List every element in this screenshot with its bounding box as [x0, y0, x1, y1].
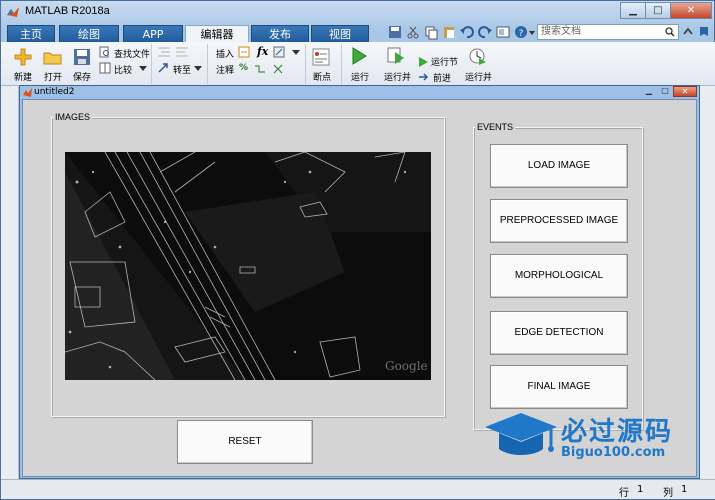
- redo-icon[interactable]: [477, 24, 493, 40]
- paste-icon[interactable]: [441, 24, 457, 40]
- graduation-cap-logo: [485, 413, 557, 455]
- goto-dropdown-icon[interactable]: [194, 66, 202, 72]
- uncomment-icon[interactable]: [272, 63, 284, 75]
- compare-dropdown-icon[interactable]: [139, 66, 147, 72]
- copy-icon[interactable]: [423, 24, 439, 40]
- run-and-time-icon[interactable]: [467, 46, 487, 66]
- run-and-time-label[interactable]: 运行并: [465, 70, 492, 83]
- close-button[interactable]: ✕: [670, 2, 712, 19]
- events-panel-title: EVENTS: [475, 122, 516, 132]
- quick-access-dropdown-icon[interactable]: [527, 24, 537, 40]
- tab-apps[interactable]: APP: [123, 25, 183, 43]
- run-and-advance-icon[interactable]: [386, 46, 406, 66]
- find-files-label[interactable]: 查找文件: [114, 47, 150, 60]
- figure-close-button[interactable]: ✕: [673, 86, 697, 97]
- switch-windows-icon[interactable]: [495, 24, 511, 40]
- indent-icon: [158, 47, 170, 57]
- run-section-icon[interactable]: [417, 56, 429, 68]
- tab-publish[interactable]: 发布: [251, 25, 309, 43]
- figure-title: untitled2: [34, 87, 75, 97]
- comment-label[interactable]: 注释: [216, 63, 234, 76]
- status-bar: 行 1 列 1: [1, 479, 715, 499]
- edge-detected-image: Google: [65, 152, 431, 380]
- load-image-button[interactable]: LOAD IMAGE: [490, 144, 628, 188]
- compare-label[interactable]: 比较: [114, 63, 132, 76]
- watermark-title: 必过源码: [561, 417, 674, 447]
- save-icon[interactable]: [72, 47, 92, 67]
- wrap-comment-icon[interactable]: [254, 63, 266, 75]
- watermark: 必过源码 Biguo100.com: [483, 409, 693, 471]
- matlab-main-window: MATLAB R2018a ▁ □ ✕ 主页 绘图 APP 编辑器 发布 视图 …: [0, 0, 715, 500]
- breakpoints-icon[interactable]: [311, 47, 331, 67]
- window-controls: ▁ □ ✕: [620, 2, 712, 19]
- advance-label[interactable]: 前进: [433, 71, 451, 84]
- tab-view[interactable]: 视图: [311, 25, 369, 43]
- watermark-url: Biguo100.com: [561, 445, 666, 460]
- insert-section-icon[interactable]: [238, 46, 250, 58]
- morphological-filtering-button[interactable]: MORPHOLOGICAL FILTERING: [490, 254, 628, 323]
- title-bar: MATLAB R2018a ▁ □ ✕: [1, 1, 715, 23]
- open-label[interactable]: 打开: [44, 70, 62, 83]
- new-label[interactable]: 新建: [14, 70, 32, 83]
- breakpoints-label[interactable]: 断点: [313, 70, 331, 83]
- run-section-label[interactable]: 运行节: [431, 55, 458, 68]
- row-value: 1: [637, 484, 644, 495]
- format-icon[interactable]: [273, 46, 285, 58]
- images-panel-title: IMAGES: [53, 112, 93, 122]
- goto-icon[interactable]: [157, 62, 171, 74]
- advance-icon[interactable]: [417, 71, 429, 83]
- editor-ribbon: 新建 打开 保存 查找文件 比较 转至 插入 fx 注释 % 断点 运行 运行并: [1, 42, 715, 86]
- run-label[interactable]: 运行: [351, 70, 369, 83]
- new-file-icon[interactable]: [13, 47, 33, 67]
- figure-matlab-icon: [23, 88, 32, 97]
- open-folder-icon[interactable]: [43, 47, 63, 67]
- edge-detection-button[interactable]: EDGE DETECTION: [490, 311, 628, 355]
- insert-dropdown-icon[interactable]: [292, 50, 300, 56]
- save-quick-icon[interactable]: [387, 24, 403, 40]
- function-icon[interactable]: fx: [257, 45, 268, 58]
- current-folder-panel-edge: [1, 86, 19, 479]
- insert-label[interactable]: 插入: [216, 47, 234, 60]
- maximize-button[interactable]: □: [645, 2, 671, 19]
- svg-text:?: ?: [519, 29, 524, 39]
- undo-icon[interactable]: [459, 24, 475, 40]
- figure-window-controls: ▁ □ ✕: [641, 86, 697, 97]
- row-label: 行: [619, 488, 629, 499]
- final-image-button[interactable]: FINAL IMAGE: [490, 365, 628, 409]
- processed-image-axes: Google: [65, 152, 431, 380]
- window-title: MATLAB R2018a: [25, 5, 110, 17]
- ribbon-collapse-icon[interactable]: [682, 24, 694, 40]
- figure-minimize-button[interactable]: ▁: [641, 86, 657, 97]
- workspace-panel-edge: [699, 86, 715, 479]
- tab-home[interactable]: 主页: [7, 25, 55, 43]
- outdent-icon: [176, 47, 188, 57]
- search-placeholder: 搜索文档: [541, 26, 581, 37]
- col-label: 列: [663, 488, 673, 499]
- find-files-icon[interactable]: [99, 46, 111, 58]
- goto-label[interactable]: 转至: [173, 63, 191, 76]
- tab-plots[interactable]: 绘图: [59, 25, 119, 43]
- cut-icon[interactable]: [405, 24, 421, 40]
- google-credit: Google: [385, 359, 428, 373]
- comment-toggle-icon[interactable]: %: [239, 63, 248, 73]
- run-and-advance-label[interactable]: 运行并: [384, 70, 411, 83]
- search-docs-field[interactable]: 搜索文档: [537, 24, 679, 40]
- compare-icon[interactable]: [99, 62, 111, 74]
- col-value: 1: [681, 484, 688, 495]
- run-icon[interactable]: [349, 46, 369, 66]
- reset-button[interactable]: RESET: [177, 420, 313, 464]
- community-icon[interactable]: [697, 24, 711, 40]
- preprocessed-image-button[interactable]: PREPROCESSED IMAGE: [490, 199, 628, 243]
- figure-maximize-button[interactable]: □: [657, 86, 673, 97]
- save-label[interactable]: 保存: [73, 70, 91, 83]
- search-icon[interactable]: [665, 27, 675, 37]
- minimize-button[interactable]: ▁: [620, 2, 646, 19]
- matlab-logo-icon: [7, 7, 19, 17]
